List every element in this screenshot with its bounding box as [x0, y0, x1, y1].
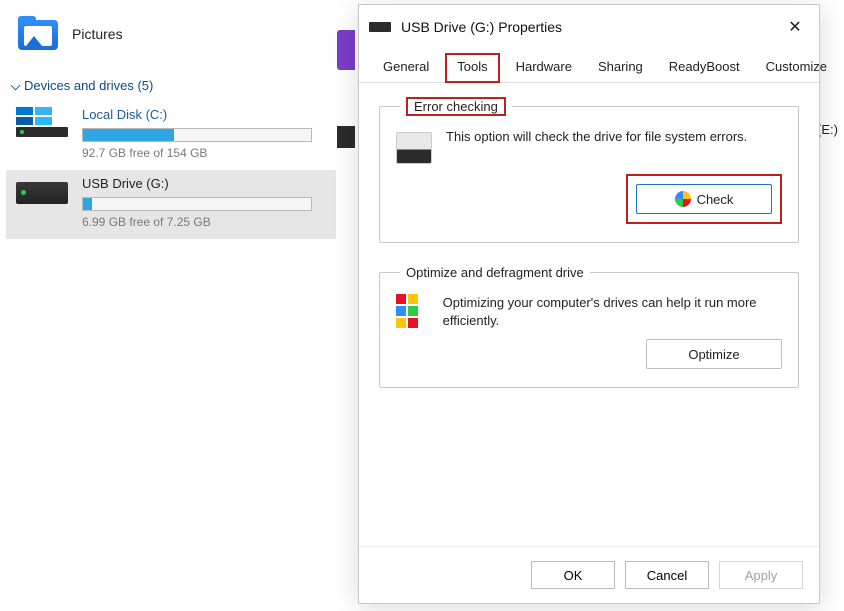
section-title: Devices and drives (5) [24, 78, 153, 93]
partial-drive-icon [337, 126, 355, 148]
dialog-body: Error checking This option will check th… [359, 83, 819, 546]
local-disk-icon [16, 107, 68, 137]
usb-drive-icon [16, 176, 68, 206]
chevron-down-icon [10, 81, 20, 91]
drive-usb-g[interactable]: USB Drive (G:) 6.99 GB free of 7.25 GB [6, 170, 336, 239]
dialog-title: USB Drive (G:) Properties [401, 19, 771, 35]
tab-customize[interactable]: Customize [756, 53, 837, 82]
drive-free-text: 92.7 GB free of 154 GB [82, 146, 326, 160]
defrag-icon [396, 294, 429, 326]
tab-sharing[interactable]: Sharing [588, 53, 653, 82]
dialog-titlebar[interactable]: USB Drive (G:) Properties ✕ [359, 5, 819, 47]
drive-icon [369, 22, 391, 32]
shield-icon [675, 191, 691, 207]
pictures-label: Pictures [72, 26, 123, 42]
legend-text: Error checking [406, 97, 506, 116]
folder-pictures[interactable]: Pictures [6, 8, 340, 60]
drive-usage-bar [82, 128, 312, 142]
tab-hardware[interactable]: Hardware [506, 53, 582, 82]
optimize-description: Optimizing your computer's drives can he… [443, 294, 782, 329]
close-icon: ✕ [788, 17, 801, 37]
highlight-box: Check [626, 174, 782, 224]
pictures-folder-icon [16, 16, 60, 52]
check-button[interactable]: Check [636, 184, 772, 214]
group-error-checking: Error checking This option will check th… [379, 99, 799, 243]
close-button[interactable]: ✕ [781, 13, 809, 41]
apply-button: Apply [719, 561, 803, 589]
tab-readyboost[interactable]: ReadyBoost [659, 53, 750, 82]
drive-free-text: 6.99 GB free of 7.25 GB [82, 215, 326, 229]
section-devices-and-drives[interactable]: Devices and drives (5) [6, 60, 340, 101]
group-legend: Error checking [400, 99, 512, 114]
drive-usage-fill [83, 129, 174, 141]
drive-local-c[interactable]: Local Disk (C:) 92.7 GB free of 154 GB [6, 101, 336, 170]
error-check-description: This option will check the drive for fil… [446, 128, 747, 146]
tab-general[interactable]: General [373, 53, 439, 82]
drive-name: USB Drive (G:) [82, 176, 326, 191]
partial-folder-icon [337, 30, 355, 70]
check-button-label: Check [697, 192, 734, 207]
dialog-tabs: General Tools Hardware Sharing ReadyBoos… [359, 53, 819, 83]
dialog-footer: OK Cancel Apply [359, 546, 819, 603]
group-legend: Optimize and defragment drive [400, 265, 590, 280]
optimize-button[interactable]: Optimize [646, 339, 782, 369]
cancel-button[interactable]: Cancel [625, 561, 709, 589]
ok-button[interactable]: OK [531, 561, 615, 589]
group-optimize: Optimize and defragment drive Optimizing… [379, 265, 799, 388]
properties-dialog: USB Drive (G:) Properties ✕ General Tool… [358, 4, 820, 604]
drive-usage-bar [82, 197, 312, 211]
optimize-button-label: Optimize [688, 347, 739, 362]
partial-drive-letter: (E:) [817, 122, 838, 137]
drive-usage-fill [83, 198, 92, 210]
drive-name: Local Disk (C:) [82, 107, 326, 122]
drive-icon [396, 132, 432, 164]
explorer-pane: Pictures Devices and drives (5) Local Di… [0, 0, 340, 239]
tab-tools[interactable]: Tools [445, 53, 499, 83]
